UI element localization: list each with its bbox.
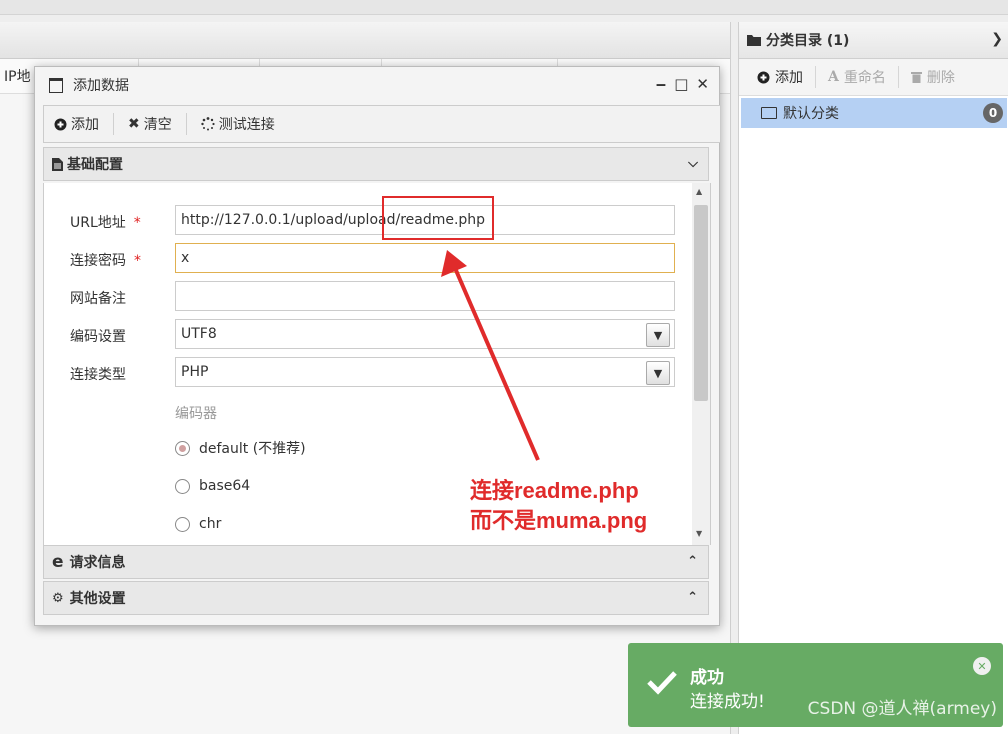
add-button-label: 添加 bbox=[71, 117, 99, 133]
annotation-line-1: 连接readme.php bbox=[470, 478, 639, 503]
password-input[interactable]: x bbox=[175, 243, 675, 273]
category-count-badge: 0 bbox=[983, 103, 1003, 123]
section-other-settings[interactable]: ⚙ 其他设置 ⌃ bbox=[43, 581, 709, 615]
highlight-box bbox=[382, 196, 494, 240]
category-title-text: 分类目录 (1) bbox=[766, 33, 850, 49]
watermark: CSDN @道人禅(armey) bbox=[807, 699, 997, 719]
close-icon[interactable]: ✕ bbox=[696, 75, 709, 93]
category-add-label: 添加 bbox=[775, 70, 803, 86]
remark-label: 网站备注 bbox=[70, 291, 126, 307]
window-controls: ‒ □ ✕ bbox=[656, 75, 709, 93]
remark-input[interactable] bbox=[175, 281, 675, 311]
encoding-value: UTF8 bbox=[181, 326, 217, 342]
type-label: 连接类型 bbox=[70, 367, 126, 383]
clear-button-label: 清空 bbox=[143, 117, 172, 133]
category-toolbar: 添加 A 重命名 删除 bbox=[739, 59, 1008, 96]
column-header-ip[interactable]: IP地 bbox=[4, 66, 31, 86]
chevron-right-icon[interactable]: ❯ bbox=[991, 31, 1003, 47]
gears-icon: ⚙ bbox=[52, 590, 64, 606]
section-request-title: 请求信息 bbox=[69, 555, 126, 571]
category-rename-label: 重命名 bbox=[843, 70, 886, 86]
category-item-label: 默认分类 bbox=[783, 106, 839, 122]
document-icon bbox=[52, 157, 63, 171]
url-label: URL地址 * bbox=[70, 215, 141, 231]
password-label: 连接密码 * bbox=[70, 253, 141, 269]
chevron-down-icon[interactable]: ▼ bbox=[646, 323, 670, 347]
type-select[interactable]: PHP ▼ bbox=[175, 357, 675, 387]
edge-icon: e bbox=[52, 552, 64, 572]
scrollbar-thumb[interactable] bbox=[694, 205, 708, 401]
dialog-titlebar[interactable]: 添加数据 ‒ □ ✕ bbox=[35, 67, 719, 103]
encoder-option-label: default (不推荐) bbox=[199, 441, 306, 457]
add-data-dialog: 添加数据 ‒ □ ✕ 添加 ✖ 清空 测试连接 基础配置 ⌵ URL地址 * h… bbox=[34, 66, 721, 626]
minimize-icon[interactable]: ‒ bbox=[656, 75, 666, 93]
encoding-row: 编码设置 UTF8 ▼ bbox=[44, 319, 684, 351]
window-icon bbox=[49, 77, 63, 93]
encoder-option-chr[interactable]: chr bbox=[175, 514, 221, 534]
category-rename-button[interactable]: A 重命名 bbox=[828, 66, 899, 88]
toast-close-icon[interactable]: ✕ bbox=[973, 657, 991, 675]
chevron-down-icon[interactable]: ▼ bbox=[646, 361, 670, 385]
chevron-up-icon: ⌃ bbox=[687, 554, 698, 569]
section-basic-config[interactable]: 基础配置 ⌵ bbox=[43, 147, 709, 181]
trash-icon bbox=[910, 72, 922, 83]
check-icon bbox=[647, 671, 677, 695]
folder-outline-icon bbox=[761, 107, 777, 119]
success-toast: 成功 连接成功! ✕ CSDN @道人禅(armey) bbox=[628, 643, 1003, 727]
radio-icon[interactable] bbox=[175, 516, 190, 532]
encoding-label: 编码设置 bbox=[70, 329, 126, 345]
scroll-down-icon[interactable]: ▼ bbox=[696, 529, 702, 538]
password-row: 连接密码 * x bbox=[44, 243, 684, 275]
dialog-toolbar: 添加 ✖ 清空 测试连接 bbox=[43, 105, 721, 143]
form-scrollbar[interactable]: ▲ ▼ bbox=[692, 183, 710, 545]
encoder-option-base64[interactable]: base64 bbox=[175, 476, 250, 496]
main-panel-header bbox=[0, 22, 730, 59]
plus-circle-icon bbox=[757, 71, 770, 83]
encoding-select[interactable]: UTF8 ▼ bbox=[175, 319, 675, 349]
radio-selected-icon[interactable] bbox=[175, 440, 190, 456]
test-connection-label: 测试连接 bbox=[218, 117, 275, 133]
category-delete-label: 删除 bbox=[926, 70, 955, 86]
annotation-line-2: 而不是muma.png bbox=[470, 508, 648, 533]
toast-message: 连接成功! bbox=[690, 692, 765, 712]
scroll-up-icon[interactable]: ▲ bbox=[696, 187, 702, 196]
top-strip bbox=[0, 0, 1008, 15]
test-connection-button[interactable]: 测试连接 bbox=[201, 113, 289, 135]
encoder-option-default[interactable]: default (不推荐) bbox=[175, 438, 306, 458]
section-request-info[interactable]: e 请求信息 ⌃ bbox=[43, 545, 709, 579]
category-add-button[interactable]: 添加 bbox=[757, 66, 816, 88]
encoder-title: 编码器 bbox=[175, 406, 217, 422]
folder-icon bbox=[747, 35, 761, 46]
category-panel-title: 分类目录 (1) ❯ bbox=[739, 22, 1008, 59]
type-row: 连接类型 PHP ▼ bbox=[44, 357, 684, 389]
add-button[interactable]: 添加 bbox=[54, 113, 114, 135]
annotation-note: 连接readme.php 而不是muma.png bbox=[470, 476, 647, 536]
chevron-up-icon: ⌃ bbox=[687, 590, 698, 605]
encoder-option-label: base64 bbox=[199, 478, 251, 494]
category-delete-button[interactable]: 删除 bbox=[910, 66, 967, 88]
toast-title: 成功 bbox=[690, 668, 724, 688]
section-basic-title: 基础配置 bbox=[67, 157, 123, 173]
category-item[interactable]: 默认分类 0 bbox=[741, 98, 1007, 128]
spinner-icon bbox=[201, 117, 215, 131]
maximize-icon[interactable]: □ bbox=[674, 75, 688, 93]
remark-row: 网站备注 bbox=[44, 281, 684, 313]
section-other-title: 其他设置 bbox=[69, 591, 126, 607]
url-row: URL地址 * http://127.0.0.1/upload/upload/re… bbox=[44, 205, 684, 237]
plus-circle-icon bbox=[54, 118, 67, 130]
radio-icon[interactable] bbox=[175, 478, 190, 494]
encoder-option-label: chr bbox=[199, 516, 222, 532]
chevron-down-icon: ⌵ bbox=[688, 156, 698, 171]
category-panel: 分类目录 (1) ❯ 添加 A 重命名 删除 默认分类 0 bbox=[738, 22, 1008, 734]
type-value: PHP bbox=[181, 364, 209, 380]
x-icon: ✖ bbox=[128, 116, 140, 132]
font-icon: A bbox=[828, 69, 839, 85]
clear-button[interactable]: ✖ 清空 bbox=[128, 113, 187, 135]
dialog-title: 添加数据 bbox=[73, 78, 129, 94]
